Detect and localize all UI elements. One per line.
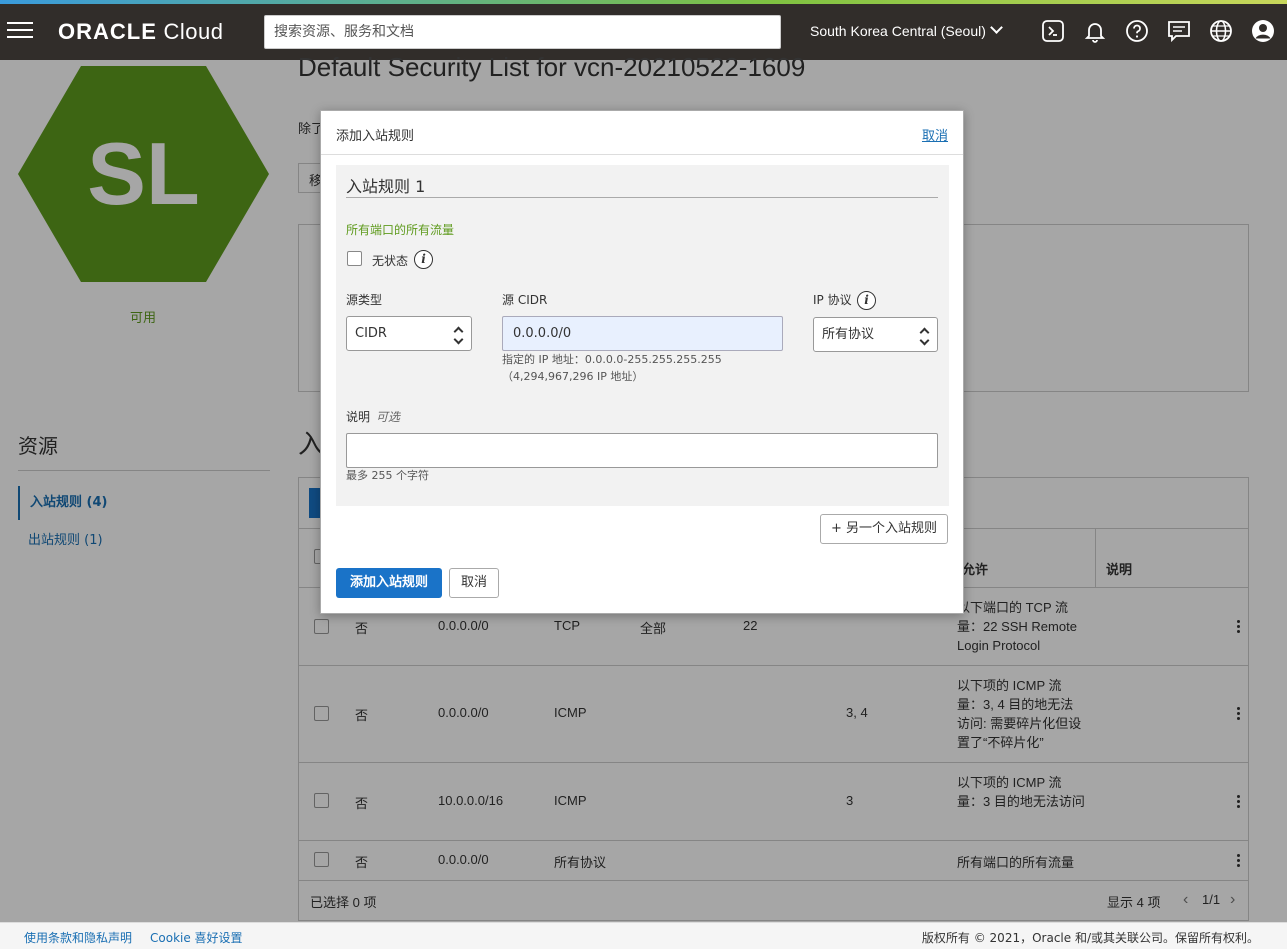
top-navigation-bar: ORACLE Cloud 搜索资源、服务和文档 South Korea Cent… — [0, 0, 1287, 60]
rule-summary: 所有端口的所有流量 — [346, 223, 455, 237]
help-icon[interactable] — [1125, 19, 1149, 43]
select-arrows-icon — [453, 326, 464, 345]
terms-link[interactable]: 使用条款和隐私声明 — [24, 929, 132, 946]
ip-protocol-label: IP 协议 — [813, 293, 852, 307]
info-icon[interactable]: i — [857, 291, 876, 310]
menu-icon[interactable] — [7, 22, 33, 40]
ingress-rule-panel: 入站规则 1 所有端口的所有流量 无状态 i 源类型 CIDR 源 CIDR 0… — [336, 165, 949, 506]
description-help: 最多 255 个字符 — [346, 469, 429, 482]
dialog-title: 添加入站规则 — [336, 129, 415, 144]
copyright-text: 版权所有 © 2021，Oracle 和/或其关联公司。保留所有权利。 — [921, 931, 1259, 945]
source-cidr-label: 源 CIDR — [502, 293, 548, 307]
select-arrows-icon — [919, 327, 930, 346]
source-type-select[interactable]: CIDR — [346, 316, 472, 351]
divider — [346, 197, 938, 198]
dialog-cancel-link[interactable]: 取消 — [922, 125, 948, 144]
cookie-preferences-link[interactable]: Cookie 喜好设置 — [150, 929, 243, 946]
cancel-button[interactable]: 取消 — [449, 568, 499, 598]
dialog-header: 添加入站规则 取消 — [321, 111, 963, 155]
bell-icon[interactable] — [1083, 19, 1107, 43]
description-input[interactable] — [346, 433, 938, 468]
source-type-label: 源类型 — [346, 293, 383, 307]
source-cidr-input[interactable]: 0.0.0.0/0 — [502, 316, 783, 351]
profile-icon[interactable] — [1251, 19, 1275, 43]
ip-protocol-select[interactable]: 所有协议 — [813, 317, 938, 352]
cloud-shell-icon[interactable] — [1041, 19, 1065, 43]
footer: 使用条款和隐私声明 Cookie 喜好设置 版权所有 © 2021，Oracle… — [0, 922, 1287, 949]
add-ingress-rules-dialog: 添加入站规则 取消 入站规则 1 所有端口的所有流量 无状态 i 源类型 CID… — [320, 110, 964, 614]
region-selector[interactable]: South Korea Central (Seoul) — [810, 21, 1003, 39]
description-label: 说明 可选 — [346, 410, 401, 424]
stateless-checkbox[interactable] — [347, 251, 362, 266]
cidr-help-line2: （4,294,967,296 IP 地址） — [502, 370, 644, 383]
cidr-help-line1: 指定的 IP 地址：0.0.0.0-255.255.255.255 — [502, 353, 722, 366]
rule-title: 入站规则 1 — [346, 177, 426, 196]
globe-icon[interactable] — [1209, 19, 1233, 43]
chat-icon[interactable] — [1167, 19, 1191, 43]
another-ingress-rule-button[interactable]: + 另一个入站规则 — [819, 514, 948, 544]
search-input[interactable]: 搜索资源、服务和文档 — [264, 15, 781, 49]
add-ingress-rules-button[interactable]: 添加入站规则 — [336, 568, 442, 598]
info-icon[interactable]: i — [414, 250, 433, 269]
brand-stripe — [0, 0, 1287, 4]
optional-hint: 可选 — [376, 410, 401, 424]
stateless-label: 无状态 — [372, 254, 409, 268]
oracle-cloud-logo[interactable]: ORACLE Cloud — [58, 19, 224, 45]
chevron-down-icon — [990, 21, 1003, 34]
